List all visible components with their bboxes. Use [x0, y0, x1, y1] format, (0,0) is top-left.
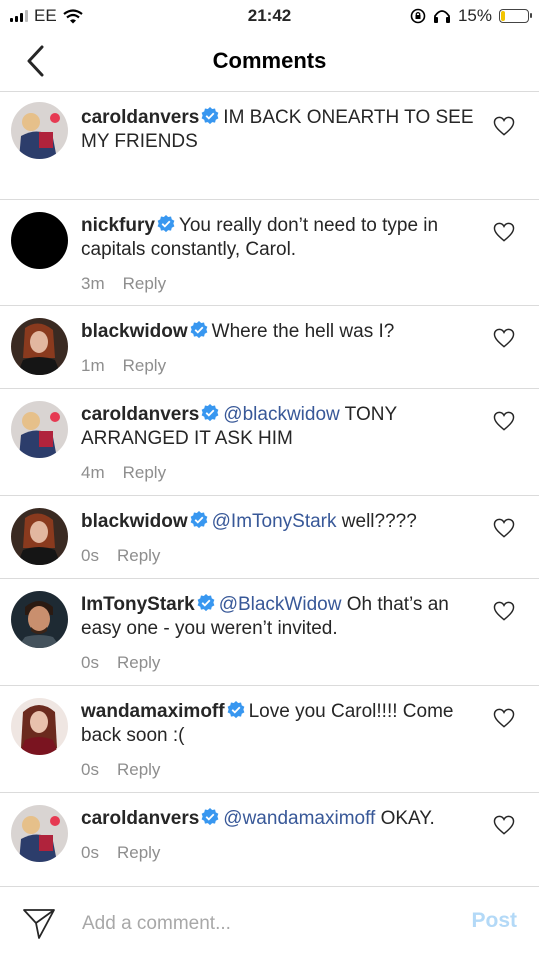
username[interactable]: nickfury	[81, 215, 155, 236]
comment-time: 3m	[81, 274, 105, 293]
comment-time: 0s	[81, 843, 99, 862]
verified-badge-icon	[190, 511, 208, 529]
username[interactable]: caroldanvers	[81, 107, 199, 128]
username[interactable]: blackwidow	[81, 321, 188, 342]
username[interactable]: blackwidow	[81, 511, 188, 532]
comment-message: OKAY.	[375, 808, 435, 829]
page-title: Comments	[212, 48, 327, 73]
heart-icon[interactable]	[493, 328, 515, 348]
comment-meta: 0s Reply	[81, 653, 160, 673]
comment-text: blackwidow @ImTonyStark well????	[81, 510, 481, 534]
post-button[interactable]: Post	[471, 909, 517, 933]
comment-item: nickfury You really don’t need to type in…	[0, 200, 539, 306]
mention-link[interactable]: @ImTonyStark	[212, 511, 337, 532]
heart-icon[interactable]	[493, 518, 515, 538]
tonystark-avatar-image	[11, 591, 68, 648]
avatar[interactable]	[11, 102, 68, 159]
reply-button[interactable]: Reply	[117, 653, 160, 673]
avatar[interactable]	[11, 591, 68, 648]
battery-percent: 15%	[457, 6, 492, 25]
comment-message: Where the hell was I?	[211, 321, 395, 342]
comment-item: caroldanvers @blackwidow TONY ARRANGED IT…	[0, 389, 539, 496]
reply-button[interactable]: Reply	[117, 760, 160, 780]
carol-avatar-image	[11, 102, 68, 159]
comment-text: caroldanvers @blackwidow TONY ARRANGED IT…	[81, 403, 481, 451]
comment-text: blackwidow Where the hell was I?	[81, 320, 481, 344]
carol-avatar-image	[11, 805, 68, 862]
battery-icon	[499, 9, 532, 23]
orientation-lock-icon	[410, 8, 426, 24]
comment-time: 0s	[81, 760, 99, 779]
comment-text: ImTonyStark @BlackWidow Oh that’s an easy…	[81, 593, 481, 641]
avatar[interactable]	[11, 698, 68, 755]
avatar[interactable]	[11, 401, 68, 458]
headphones-icon	[433, 10, 450, 23]
reply-button[interactable]: Reply	[117, 843, 160, 863]
comment-meta: 0s Reply	[81, 760, 160, 780]
heart-icon[interactable]	[493, 222, 515, 242]
comment-meta: 4m Reply	[81, 463, 166, 483]
comment-time: 1m	[81, 356, 105, 375]
username[interactable]: ImTonyStark	[81, 594, 195, 615]
comment-meta: 3m Reply	[81, 274, 166, 294]
avatar[interactable]	[11, 508, 68, 565]
heart-icon[interactable]	[493, 708, 515, 728]
comment-meta: 0s Reply	[81, 546, 160, 566]
comment-item: ImTonyStark @BlackWidow Oh that’s an easy…	[0, 579, 539, 686]
header: Comments	[0, 30, 539, 92]
username[interactable]: caroldanvers	[81, 808, 199, 829]
comment-input[interactable]	[82, 909, 442, 939]
verified-badge-icon	[201, 808, 219, 826]
mention-link[interactable]: @BlackWidow	[219, 594, 342, 615]
verified-badge-icon	[201, 107, 219, 125]
verified-badge-icon	[157, 215, 175, 233]
comment-message: well????	[336, 511, 417, 532]
avatar[interactable]	[11, 212, 68, 269]
comment-time: 4m	[81, 463, 105, 482]
comment-time: 0s	[81, 653, 99, 672]
comment-text: nickfury You really don’t need to type in…	[81, 214, 481, 262]
comment-text: wandamaximoff Love you Carol!!!! Come bac…	[81, 700, 481, 748]
verified-badge-icon	[227, 701, 244, 719]
heart-icon[interactable]	[493, 116, 515, 136]
comment-item: wandamaximoff Love you Carol!!!! Come bac…	[0, 686, 539, 793]
comment-text: caroldanvers IM BACK ONEARTH TO SEE MY FR…	[81, 106, 481, 154]
verified-badge-icon	[201, 404, 219, 422]
avatar[interactable]	[11, 318, 68, 375]
comment-item: blackwidow @ImTonyStark well???? 0s Reply	[0, 496, 539, 579]
comment-meta: 1m Reply	[81, 356, 166, 376]
heart-icon[interactable]	[493, 601, 515, 621]
reply-button[interactable]: Reply	[123, 356, 166, 376]
heart-icon[interactable]	[493, 815, 515, 835]
comment-time: 0s	[81, 546, 99, 565]
direct-send-icon[interactable]	[22, 907, 56, 941]
comment-item: caroldanvers @wandamaximoff OKAY. 0s Repl…	[0, 793, 539, 883]
carol-avatar-image	[11, 401, 68, 458]
verified-badge-icon	[197, 594, 215, 612]
avatar[interactable]	[11, 805, 68, 862]
username[interactable]: wandamaximoff	[81, 701, 225, 722]
comment-item: blackwidow Where the hell was I? 1m Reply	[0, 306, 539, 389]
status-right: 15%	[410, 6, 532, 26]
blackwidow-avatar-image	[11, 508, 68, 565]
comment-text: caroldanvers @wandamaximoff OKAY.	[81, 807, 481, 831]
heart-icon[interactable]	[493, 411, 515, 431]
mention-link[interactable]: @blackwidow	[223, 404, 339, 425]
wanda-avatar-image	[11, 698, 68, 755]
comment-composer: Post	[0, 886, 539, 960]
verified-badge-icon	[190, 321, 208, 339]
reply-button[interactable]: Reply	[117, 546, 160, 566]
username[interactable]: caroldanvers	[81, 404, 199, 425]
comment-item: caroldanvers IM BACK ONEARTH TO SEE MY FR…	[0, 92, 539, 200]
reply-button[interactable]: Reply	[123, 274, 166, 294]
mention-link[interactable]: @wandamaximoff	[223, 808, 375, 829]
status-bar: EE 21:42 15%	[0, 0, 539, 30]
reply-button[interactable]: Reply	[123, 463, 166, 483]
blackwidow-avatar-image	[11, 318, 68, 375]
comment-meta: 0s Reply	[81, 843, 160, 863]
